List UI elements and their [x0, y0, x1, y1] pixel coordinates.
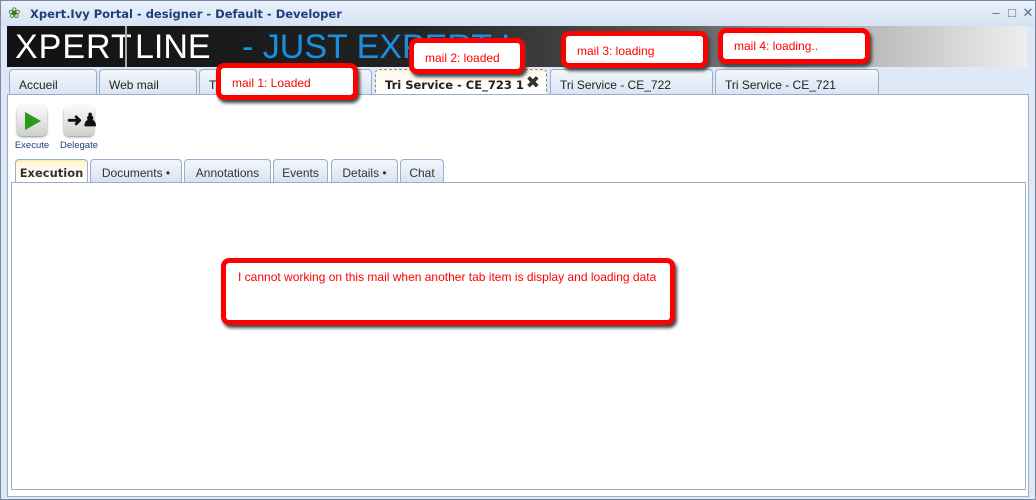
callout-note: I cannot working on this mail when anoth… — [221, 258, 675, 325]
callout-mail-2: mail 2: loaded — [409, 38, 525, 74]
tab-annotations[interactable]: Annotations — [184, 159, 271, 182]
callout-mail-1: mail 1: Loaded — [216, 63, 358, 100]
maximize-icon[interactable]: □ — [1005, 5, 1019, 20]
callout-mail-4: mail 4: loading.. — [718, 28, 870, 64]
logo-line: LINE — [135, 28, 211, 66]
execution-content — [11, 182, 1026, 490]
tab-execution[interactable]: Execution — [15, 159, 88, 183]
tab-events[interactable]: Events — [273, 159, 328, 182]
execute-label: Execute — [14, 140, 50, 151]
play-icon — [17, 106, 47, 136]
logo-xpert: XPERT — [15, 28, 133, 66]
tab-chat[interactable]: Chat — [400, 159, 444, 182]
close-icon[interactable]: ✕ — [1021, 5, 1035, 21]
delegate-label: Delegate — [59, 140, 99, 151]
delegate-user-icon: ➜♟ — [64, 106, 98, 136]
tab-tri-service-ce-721[interactable]: Tri Service - CE_721 — [715, 69, 879, 95]
portal-window: ❀ Xpert.Ivy Portal - designer - Default … — [0, 0, 1036, 500]
delegate-button[interactable]: ➜♟ Delegate — [58, 106, 100, 151]
minimize-icon[interactable]: – — [989, 5, 1003, 20]
tab-label: Tri Service - CE_723 1 — [385, 78, 524, 92]
close-tab-icon[interactable]: ✖ — [526, 73, 540, 93]
logo-divider — [125, 26, 127, 67]
execute-button[interactable]: Execute — [14, 106, 50, 151]
tab-documents[interactable]: Documents • — [90, 159, 182, 182]
callout-mail-3: mail 3: loading — [561, 31, 708, 68]
tab-accueil[interactable]: Accueil — [9, 69, 97, 95]
ivy-leaf-icon: ❀ — [8, 5, 21, 22]
tab-web-mail[interactable]: Web mail — [99, 69, 197, 95]
window-title: Xpert.Ivy Portal - designer - Default - … — [30, 7, 342, 21]
title-bar: ❀ Xpert.Ivy Portal - designer - Default … — [1, 1, 1035, 26]
tab-details[interactable]: Details • — [331, 159, 398, 182]
tab-tri-service-ce-722[interactable]: Tri Service - CE_722 — [550, 69, 713, 95]
